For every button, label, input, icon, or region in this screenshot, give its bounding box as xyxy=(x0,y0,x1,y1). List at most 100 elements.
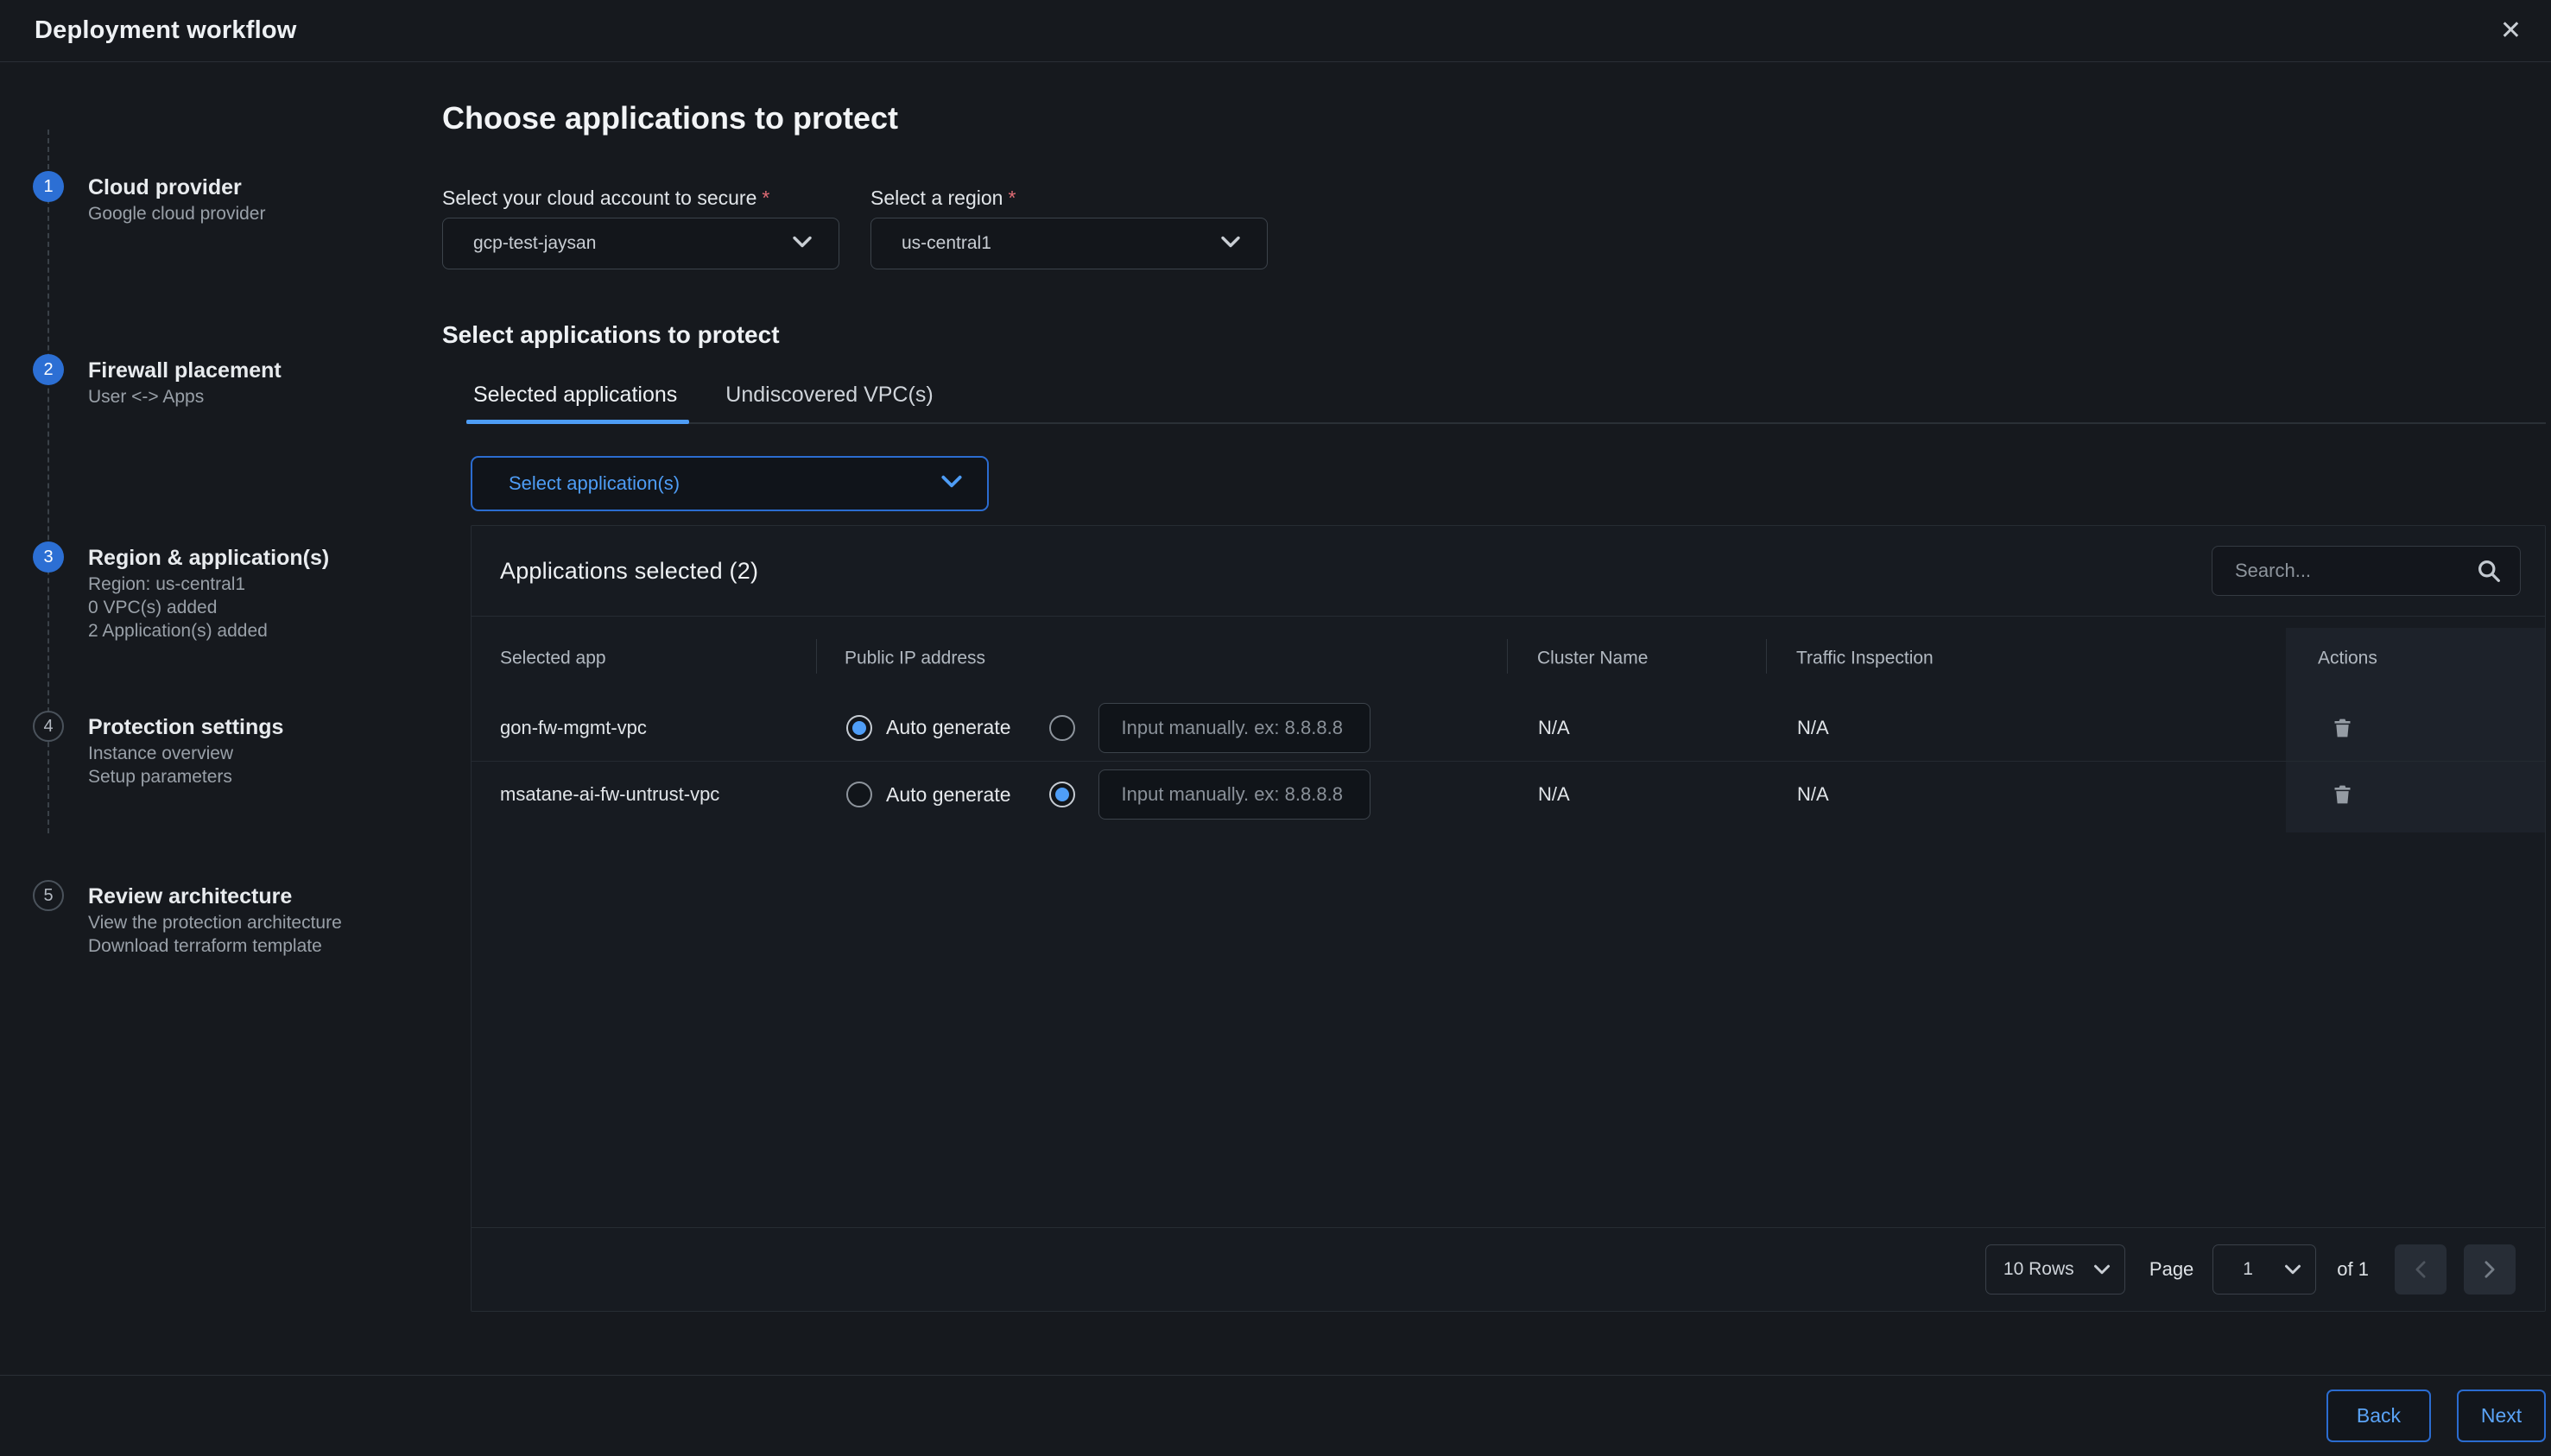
region-value: us-central1 xyxy=(902,233,991,254)
cluster-name-value: N/A xyxy=(1538,783,1570,806)
page-count-label: of 1 xyxy=(2337,1258,2369,1281)
panel-title: Applications selected (2) xyxy=(500,558,758,585)
column-header-selected-app: Selected app xyxy=(500,649,606,669)
next-page-button[interactable] xyxy=(2464,1244,2516,1295)
back-button[interactable]: Back xyxy=(2326,1390,2431,1442)
deployment-workflow-dialog: Deployment workflow ✕ 1 Cloud provider G… xyxy=(0,0,2551,1456)
application-multiselect-label: Select application(s) xyxy=(509,472,680,495)
previous-page-button[interactable] xyxy=(2395,1244,2447,1295)
traffic-inspection-value: N/A xyxy=(1797,783,1829,806)
tab-selected-applications[interactable]: Selected applications xyxy=(466,372,689,422)
manual-ip-radio[interactable] xyxy=(1049,782,1075,807)
rows-per-page-value: 10 Rows xyxy=(2003,1259,2074,1280)
step-number-badge: 1 xyxy=(33,171,64,202)
page-number-value: 1 xyxy=(2243,1259,2253,1280)
step-subtitle: Region: us-central1 xyxy=(88,573,329,596)
step-title: Protection settings xyxy=(88,712,283,742)
page-title: Choose applications to protect xyxy=(442,101,2551,136)
step-number-badge: 5 xyxy=(33,880,64,911)
step-subtitle: Setup parameters xyxy=(88,765,283,788)
selected-app-name: msatane-ai-fw-untrust-vpc xyxy=(500,783,719,806)
traffic-inspection-value: N/A xyxy=(1797,717,1829,739)
chevron-down-icon xyxy=(1220,236,1241,252)
pagination-bar: 10 Rows Page 1 of 1 xyxy=(472,1227,2545,1311)
public-ip-controls: Auto generate xyxy=(846,694,1370,761)
search-box xyxy=(2212,546,2521,596)
main-content: Choose applications to protect Select yo… xyxy=(442,62,2551,1375)
column-header-public-ip: Public IP address xyxy=(845,649,985,669)
auto-generate-radio[interactable] xyxy=(846,782,872,807)
page-label: Page xyxy=(2149,1258,2193,1281)
cloud-account-value: gcp-test-jaysan xyxy=(473,233,596,254)
dialog-footer: Back Next xyxy=(0,1375,2551,1456)
panel-header: Applications selected (2) xyxy=(472,526,2545,617)
column-header-actions: Actions xyxy=(2318,649,2377,669)
step-number-badge: 3 xyxy=(33,541,64,573)
step-region-applications[interactable]: 3 Region & application(s) Region: us-cen… xyxy=(33,542,329,643)
step-protection-settings[interactable]: 4 Protection settings Instance overview … xyxy=(33,712,283,788)
delete-row-icon[interactable] xyxy=(2331,716,2354,739)
step-firewall-placement[interactable]: 2 Firewall placement User <-> Apps xyxy=(33,355,282,408)
column-header-cluster-name: Cluster Name xyxy=(1537,649,1648,669)
step-number-badge: 2 xyxy=(33,354,64,385)
auto-generate-label: Auto generate xyxy=(886,716,1011,739)
step-title: Cloud provider xyxy=(88,173,265,202)
next-button[interactable]: Next xyxy=(2457,1390,2546,1442)
step-subtitle: Google cloud provider xyxy=(88,202,265,225)
cluster-name-value: N/A xyxy=(1538,717,1570,739)
column-divider xyxy=(816,639,817,674)
step-subtitle: View the protection architecture xyxy=(88,911,342,934)
page-number-select[interactable]: 1 xyxy=(2212,1244,2316,1295)
tab-undiscovered-vpcs[interactable]: Undiscovered VPC(s) xyxy=(718,372,945,422)
delete-row-icon[interactable] xyxy=(2331,783,2354,807)
manual-ip-input[interactable] xyxy=(1098,703,1370,753)
chevron-down-icon xyxy=(2284,1264,2301,1275)
step-subtitle: User <-> Apps xyxy=(88,385,282,408)
step-title: Review architecture xyxy=(88,882,342,911)
region-label: Select a region* xyxy=(870,186,1268,210)
close-icon[interactable]: ✕ xyxy=(2500,18,2522,44)
applications-panel: Applications selected (2) Selected app P… xyxy=(471,525,2546,1312)
chevron-left-icon xyxy=(2415,1260,2427,1279)
dialog-header: Deployment workflow ✕ xyxy=(0,0,2551,62)
region-field: Select a region* us-central1 xyxy=(870,186,1268,269)
manual-ip-radio[interactable] xyxy=(1049,715,1075,741)
cloud-account-select[interactable]: gcp-test-jaysan xyxy=(442,218,839,269)
auto-generate-radio[interactable] xyxy=(846,715,872,741)
table-header-row: Selected app Public IP address Cluster N… xyxy=(472,617,2545,694)
chevron-down-icon xyxy=(792,236,813,252)
chevron-right-icon xyxy=(2484,1260,2496,1279)
section-heading: Select applications to protect xyxy=(442,321,2551,349)
public-ip-controls: Auto generate xyxy=(846,762,1370,827)
search-icon[interactable] xyxy=(2475,557,2503,585)
column-divider xyxy=(1507,639,1508,674)
step-review-architecture[interactable]: 5 Review architecture View the protectio… xyxy=(33,881,342,958)
cloud-account-label: Select your cloud account to secure* xyxy=(442,186,839,210)
account-region-form: Select your cloud account to secure* gcp… xyxy=(442,186,2551,269)
applications-tabs: Selected applications Undiscovered VPC(s… xyxy=(466,372,2546,424)
search-input[interactable] xyxy=(2235,560,2459,582)
step-subtitle: 0 VPC(s) added xyxy=(88,596,329,619)
cloud-account-field: Select your cloud account to secure* gcp… xyxy=(442,186,839,269)
step-subtitle: 2 Application(s) added xyxy=(88,619,329,643)
chevron-down-icon xyxy=(2093,1264,2111,1275)
step-subtitle: Download terraform template xyxy=(88,934,342,958)
step-cloud-provider[interactable]: 1 Cloud provider Google cloud provider xyxy=(33,172,265,225)
step-title: Firewall placement xyxy=(88,356,282,385)
step-subtitle: Instance overview xyxy=(88,742,283,765)
rows-per-page-select[interactable]: 10 Rows xyxy=(1985,1244,2125,1295)
step-number-badge: 4 xyxy=(33,711,64,742)
column-divider xyxy=(1766,639,1767,674)
region-select[interactable]: us-central1 xyxy=(870,218,1268,269)
selected-app-name: gon-fw-mgmt-vpc xyxy=(500,717,647,739)
required-asterisk: * xyxy=(762,187,769,209)
column-header-traffic-inspection: Traffic Inspection xyxy=(1796,649,1934,669)
step-title: Region & application(s) xyxy=(88,543,329,573)
auto-generate-label: Auto generate xyxy=(886,783,1011,807)
chevron-down-icon xyxy=(940,475,963,492)
manual-ip-input[interactable] xyxy=(1098,769,1370,820)
workflow-stepper: 1 Cloud provider Google cloud provider 2… xyxy=(0,62,442,1375)
application-multiselect[interactable]: Select application(s) xyxy=(471,456,989,511)
table-row: gon-fw-mgmt-vpc Auto generate N/A N/A xyxy=(472,694,2545,761)
dialog-title: Deployment workflow xyxy=(35,16,297,45)
